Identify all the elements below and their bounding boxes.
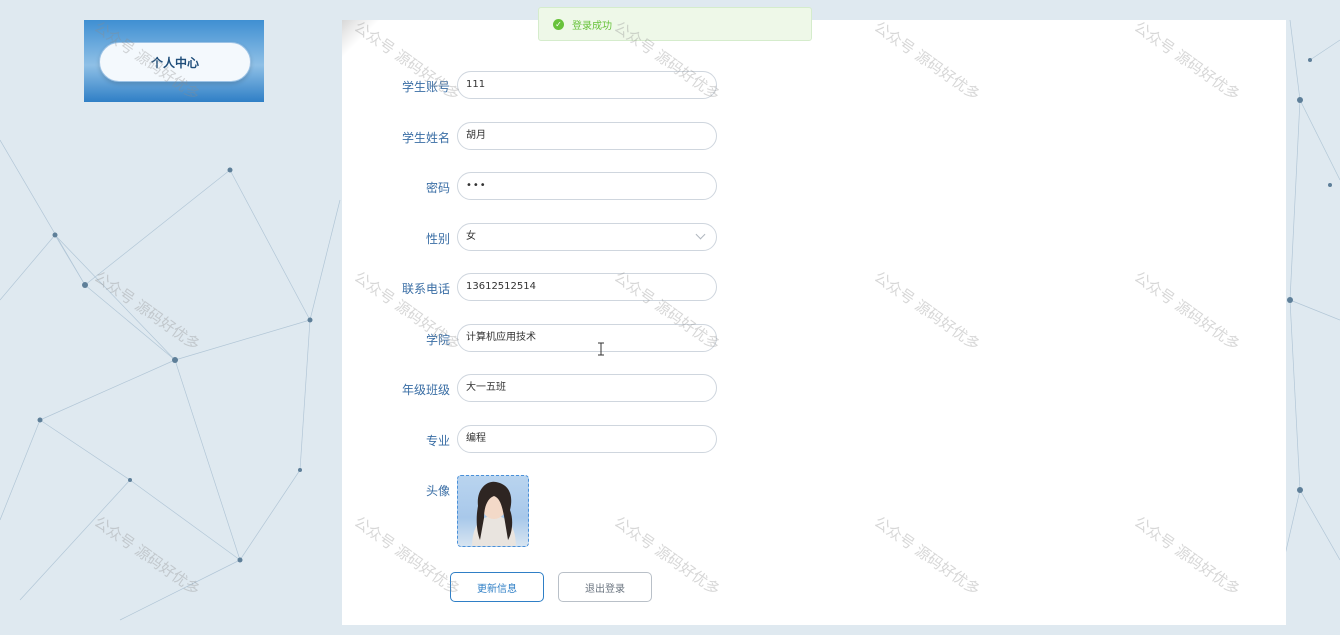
side-menu: 个人中心	[84, 20, 264, 102]
form-row-class: 年级班级 大一五班	[342, 374, 742, 404]
name-label: 学生姓名	[401, 131, 450, 145]
phone-input[interactable]: 13612512514	[457, 273, 717, 301]
avatar-upload[interactable]	[457, 475, 529, 547]
class-input[interactable]: 大一五班	[457, 374, 717, 402]
major-input[interactable]: 编程	[457, 425, 717, 453]
avatar-label: 头像	[425, 484, 450, 498]
class-label: 年级班级	[401, 383, 450, 397]
toast-message: 登录成功	[572, 20, 612, 32]
form-row-avatar: 头像	[342, 475, 742, 505]
check-circle-icon: ✓	[553, 18, 564, 30]
account-label: 学生账号	[401, 80, 450, 94]
phone-label: 联系电话	[401, 282, 450, 296]
form-row-major: 专业 编程	[342, 425, 742, 455]
college-input[interactable]: 计算机应用技术	[457, 324, 717, 352]
major-label: 专业	[425, 434, 450, 448]
password-input[interactable]: •••	[457, 172, 717, 200]
page-curl-decoration	[342, 20, 384, 62]
sidebar-item-personal-center[interactable]: 个人中心	[99, 42, 251, 82]
form-row-password: 密码 •••	[342, 172, 742, 202]
password-label: 密码	[425, 181, 450, 195]
gender-label: 性别	[425, 232, 450, 246]
update-info-button[interactable]: 更新信息	[450, 572, 544, 602]
profile-panel: 学生账号 111 学生姓名 胡月 密码 ••• 性别 女 联系电话 136125…	[342, 20, 1286, 625]
account-input[interactable]: 111	[457, 71, 717, 99]
form-row-name: 学生姓名 胡月	[342, 122, 742, 152]
college-label: 学院	[425, 333, 450, 347]
success-toast: ✓ 登录成功	[538, 7, 812, 41]
avatar-image	[472, 481, 516, 546]
form-row-gender: 性别 女	[342, 223, 742, 253]
form-row-college: 学院 计算机应用技术	[342, 324, 742, 354]
form-row-phone: 联系电话 13612512514	[342, 273, 742, 303]
form-row-account: 学生账号 111	[342, 71, 742, 101]
text-cursor-icon	[598, 342, 604, 356]
logout-button[interactable]: 退出登录	[558, 572, 652, 602]
name-input[interactable]: 胡月	[457, 122, 717, 150]
gender-select[interactable]: 女	[457, 223, 717, 251]
